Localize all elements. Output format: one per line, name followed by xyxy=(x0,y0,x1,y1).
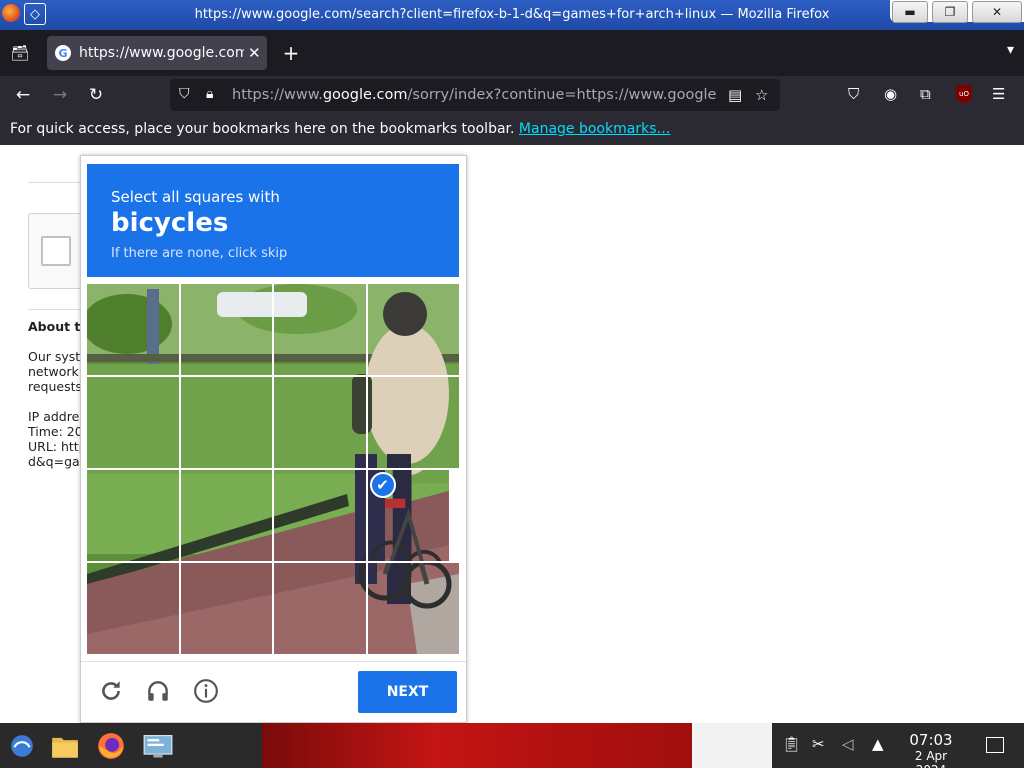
url-bar[interactable]: ⛉ 🔒︎ https://www.google.com/sorry/index?… xyxy=(170,79,780,111)
clock-time: 07:03 xyxy=(909,731,953,749)
divider xyxy=(28,182,88,183)
wallpaper-strip xyxy=(262,723,692,768)
tab-google[interactable]: G https://www.google.com/ ✕ xyxy=(47,36,267,70)
audio-headphones-icon[interactable] xyxy=(144,677,172,705)
captcha-tile-10[interactable] xyxy=(180,470,272,561)
account-icon[interactable]: ◉ xyxy=(884,85,897,103)
ip-line: IP addres xyxy=(28,409,86,424)
captcha-tile-15[interactable] xyxy=(274,563,366,654)
recaptcha-checkbox[interactable] xyxy=(41,236,71,266)
captcha-tile-14[interactable] xyxy=(180,563,272,654)
captcha-instruction: Select all squares with xyxy=(111,188,280,206)
hamburger-menu-icon[interactable]: ☰ xyxy=(992,85,1005,103)
info-icon[interactable] xyxy=(192,677,220,705)
page-line: network. xyxy=(28,364,83,379)
time-line: Time: 20 xyxy=(28,424,83,439)
scissors-icon[interactable]: ✂ xyxy=(812,735,825,753)
reader-view-icon[interactable]: ▤ xyxy=(728,86,742,104)
bookmarks-hint: For quick access, place your bookmarks h… xyxy=(10,121,515,137)
reload-page-icon[interactable]: ↻ xyxy=(85,84,107,106)
minimize-icon[interactable]: ▬ xyxy=(892,1,928,23)
captcha-target: bicycles xyxy=(111,208,229,238)
captcha-tile-1[interactable] xyxy=(87,284,179,375)
captcha-tile-8[interactable] xyxy=(367,377,459,468)
new-tab-icon[interactable]: + xyxy=(280,41,302,65)
system-settings-icon[interactable] xyxy=(143,731,173,761)
lock-icon[interactable]: 🔒︎ xyxy=(206,86,213,102)
clock-date: 2 Apr 2024 xyxy=(914,749,948,777)
captcha-tile-9[interactable] xyxy=(87,470,179,561)
page-line: requests xyxy=(28,379,83,394)
wallpaper-strip xyxy=(692,723,772,768)
bookmark-star-icon[interactable]: ☆ xyxy=(755,86,768,104)
captcha-header: Select all squares with bicycles If ther… xyxy=(87,164,459,277)
window-titlebar: ◇ https://www.google.com/search?client=f… xyxy=(0,0,1024,30)
volume-icon[interactable]: ◁ xyxy=(842,735,854,753)
tracking-shield-icon[interactable]: ⛉ xyxy=(179,86,190,102)
captcha-challenge: Select all squares with bicycles If ther… xyxy=(80,155,467,723)
show-desktop-icon[interactable] xyxy=(986,737,1004,753)
captcha-tile-3[interactable] xyxy=(274,284,366,375)
captcha-tile-12[interactable]: ✔ xyxy=(367,470,459,561)
close-icon[interactable]: ✕ xyxy=(972,1,1022,23)
captcha-tile-16[interactable] xyxy=(367,563,459,654)
ublock-origin-icon[interactable]: uO xyxy=(956,85,972,103)
divider xyxy=(28,309,88,310)
captcha-tile-13[interactable] xyxy=(87,563,179,654)
window-title: https://www.google.com/search?client=fir… xyxy=(194,7,830,22)
reload-icon[interactable] xyxy=(97,677,125,705)
manage-bookmarks-link[interactable]: Manage bookmarks… xyxy=(519,121,671,137)
taskbar-clock[interactable]: 07:03 2 Apr 2024 xyxy=(898,731,964,777)
navigation-bar: ← → ↻ ⛉ 🔒︎ https://www.google.com/sorry/… xyxy=(0,76,1024,114)
captcha-hint: If there are none, click skip xyxy=(111,246,288,261)
url-text[interactable]: https://www.google.com/sorry/index?conti… xyxy=(232,87,718,103)
file-manager-icon[interactable] xyxy=(50,731,80,761)
captcha-image-grid: ✔ xyxy=(87,284,459,654)
captcha-tile-5[interactable] xyxy=(87,377,179,468)
captcha-tile-11[interactable] xyxy=(274,470,366,561)
url-line: URL: http xyxy=(28,439,87,454)
taskbar: 📋︎ ✂ ◁ ▲ 07:03 2 Apr 2024 xyxy=(0,723,1024,777)
clipboard-icon[interactable]: 📋︎ xyxy=(782,735,801,753)
start-menu-icon[interactable] xyxy=(7,731,37,761)
captcha-footer: NEXT xyxy=(81,661,466,722)
page-line: Our syste xyxy=(28,349,88,364)
tab-title: https://www.google.com/ xyxy=(79,45,244,61)
tray-expand-icon[interactable]: ▲ xyxy=(872,735,884,753)
captcha-tile-7[interactable] xyxy=(274,377,366,468)
google-g-icon: G xyxy=(55,45,71,61)
tab-list-icon[interactable]: 🗃 xyxy=(10,43,30,63)
next-button[interactable]: NEXT xyxy=(358,671,457,713)
extensions-icon[interactable]: ⧉ xyxy=(920,85,931,103)
maximize-icon[interactable]: ❐ xyxy=(932,1,968,23)
tab-strip: 🗃 G https://www.google.com/ ✕ + ▾ xyxy=(0,30,1024,76)
tab-close-icon[interactable]: ✕ xyxy=(248,44,261,62)
captcha-tile-4[interactable] xyxy=(367,284,459,375)
bookmarks-toolbar: For quick access, place your bookmarks h… xyxy=(0,114,1024,145)
captcha-tile-6[interactable] xyxy=(180,377,272,468)
tile-selected-check-icon: ✔ xyxy=(369,472,396,498)
list-all-tabs-icon[interactable]: ▾ xyxy=(1007,42,1014,58)
captcha-tile-2[interactable] xyxy=(180,284,272,375)
pocket-icon[interactable]: ⛉ xyxy=(848,85,859,103)
forward-icon[interactable]: → xyxy=(49,84,71,106)
back-icon[interactable]: ← xyxy=(12,84,34,106)
firefox-icon[interactable] xyxy=(96,731,126,761)
